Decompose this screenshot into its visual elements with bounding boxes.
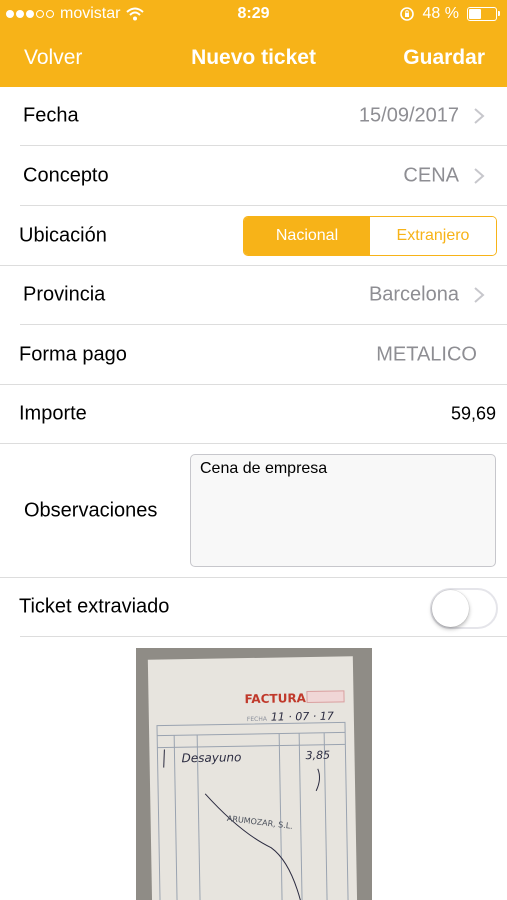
segment-nacional[interactable]: Nacional (244, 217, 370, 255)
ticket-extraviado-label: Ticket extraviado (19, 595, 170, 618)
battery-icon (467, 7, 500, 21)
navigation-bar: Volver Nuevo ticket Guardar (0, 30, 507, 87)
back-button[interactable]: Volver (24, 46, 82, 70)
observaciones-label: Observaciones (24, 499, 158, 521)
status-right: 48 % (399, 5, 500, 23)
receipt-photo[interactable]: FACTURA N.º FECHA 11 · 07 · 17 Desayuno … (136, 648, 372, 900)
importe-row[interactable]: Importe 59,69 (0, 385, 507, 443)
concepto-value: CENA (403, 164, 459, 186)
page-title-text: Nuevo ticket (191, 46, 316, 69)
ticket-extraviado-toggle[interactable] (430, 588, 498, 629)
status-bar: movistar 8:29 48 % (0, 0, 507, 30)
provincia-value: Barcelona (368, 283, 459, 306)
observaciones-textarea[interactable]: Cena de empresa (190, 454, 496, 567)
receipt-line-item: Desayuno (181, 750, 242, 766)
chevron-right-icon (474, 287, 485, 303)
receipt-ruling (156, 721, 349, 900)
receipt-paper: FACTURA N.º FECHA 11 · 07 · 17 Desayuno … (147, 656, 358, 900)
fecha-label: Fecha (23, 104, 79, 127)
forma-pago-row[interactable]: Forma pago METALICO (0, 325, 507, 384)
chevron-right-icon (474, 167, 485, 184)
importe-label: Importe (19, 402, 87, 425)
chevron-right-icon (474, 108, 485, 124)
provincia-label: Provincia (23, 283, 106, 306)
separator (20, 636, 507, 637)
segment-extranjero[interactable]: Extranjero (370, 217, 496, 255)
receipt-amount: 3,85 (305, 748, 331, 763)
fecha-value: 15/09/2017 (358, 104, 459, 127)
save-button[interactable]: Guardar (403, 46, 485, 70)
battery-percent: 48 % (422, 5, 459, 22)
top-bar: movistar 8:29 48 % Volver Nuevo ticket G… (0, 0, 507, 87)
rotation-lock-icon (399, 7, 414, 21)
concepto-label: Concepto (23, 164, 109, 186)
toggle-knob (432, 590, 469, 627)
ubicacion-label: Ubicación (19, 224, 107, 246)
concepto-row[interactable]: Concepto CENA (0, 146, 507, 205)
fecha-row[interactable]: Fecha 15/09/2017 (0, 87, 507, 145)
provincia-row[interactable]: Provincia Barcelona (0, 266, 507, 324)
importe-value[interactable]: 59,69 (451, 404, 496, 425)
forma-pago-label: Forma pago (19, 343, 127, 365)
forma-pago-value: METALICO (376, 343, 477, 365)
ubicacion-segmented-control: Nacional Extranjero (243, 216, 497, 256)
